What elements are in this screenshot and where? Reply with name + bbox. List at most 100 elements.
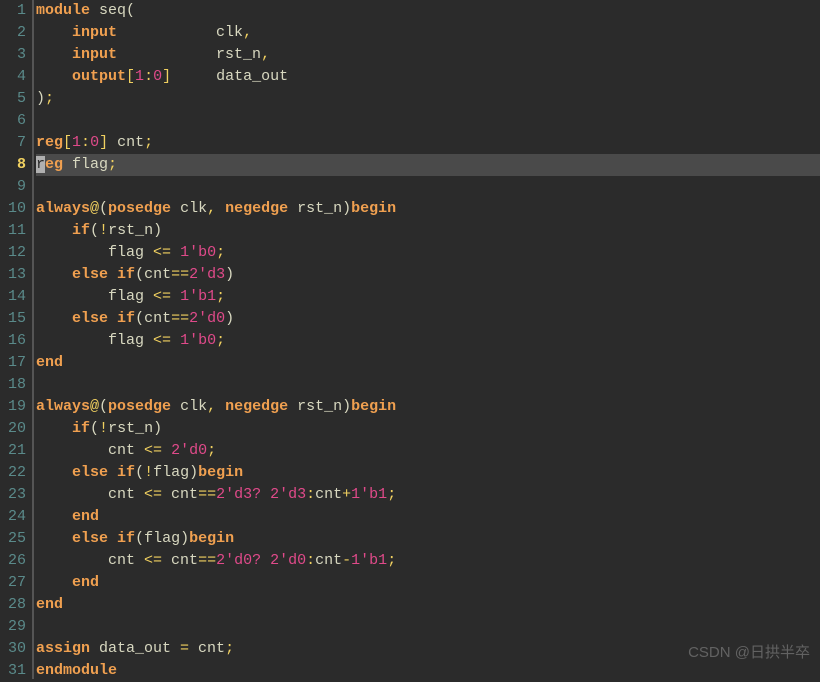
token-op: <= (144, 442, 162, 459)
code-line[interactable]: else if(flag)begin (36, 528, 820, 550)
token-op: == (198, 552, 216, 569)
token-kw: else (72, 530, 108, 547)
token-id (36, 222, 72, 239)
token-punct: ; (387, 486, 396, 503)
token-id: cnt (315, 552, 342, 569)
token-num: 2'd3? (216, 486, 261, 503)
code-line[interactable]: if(!rst_n) (36, 418, 820, 440)
token-id: rst_n (117, 46, 261, 63)
line-number: 30 (0, 638, 26, 660)
line-number: 18 (0, 374, 26, 396)
line-number: 10 (0, 198, 26, 220)
token-num: 0 (90, 134, 99, 151)
token-id (108, 530, 117, 547)
token-op: <= (144, 486, 162, 503)
token-kw: if (72, 420, 90, 437)
token-id (36, 464, 72, 481)
token-op: == (171, 310, 189, 327)
code-line[interactable]: input rst_n, (36, 44, 820, 66)
token-num: 1'b0 (180, 332, 216, 349)
code-line[interactable]: reg[1:0] cnt; (36, 132, 820, 154)
code-line[interactable]: else if(!flag)begin (36, 462, 820, 484)
code-line[interactable]: always@(posedge clk, negedge rst_n)begin (36, 396, 820, 418)
token-punct: ; (45, 90, 54, 107)
token-id (216, 200, 225, 217)
token-kw: if (72, 222, 90, 239)
token-paren: ) (36, 90, 45, 107)
code-line[interactable]: else if(cnt==2'd3) (36, 264, 820, 286)
line-number: 22 (0, 462, 26, 484)
code-line[interactable]: input clk, (36, 22, 820, 44)
code-line[interactable]: cnt <= cnt==2'd3? 2'd3:cnt+1'b1; (36, 484, 820, 506)
code-line[interactable] (36, 374, 820, 396)
token-id (36, 266, 72, 283)
token-kw: assign (36, 640, 90, 657)
token-id (216, 398, 225, 415)
token-id (171, 288, 180, 305)
line-number: 4 (0, 66, 26, 88)
token-id: cnt (162, 552, 198, 569)
token-paren: ) (225, 310, 234, 327)
code-line[interactable]: if(!rst_n) (36, 220, 820, 242)
token-paren: ( (99, 398, 108, 415)
token-id (171, 244, 180, 261)
watermark-text: CSDN @日拱半卒 (688, 642, 810, 664)
code-line[interactable]: end (36, 352, 820, 374)
code-line[interactable]: module seq( (36, 0, 820, 22)
token-paren: ( (90, 420, 99, 437)
token-num: 2'd0 (171, 442, 207, 459)
token-kw: module (36, 2, 90, 19)
token-id: data_out (90, 640, 180, 657)
token-paren: ( (135, 464, 144, 481)
line-number: 6 (0, 110, 26, 132)
code-area[interactable]: module seq( input clk, input rst_n, outp… (34, 0, 820, 679)
token-id (36, 574, 72, 591)
token-punct: ! (99, 420, 108, 437)
token-paren: ) (225, 266, 234, 283)
code-line[interactable]: flag <= 1'b0; (36, 242, 820, 264)
code-line[interactable]: flag <= 1'b1; (36, 286, 820, 308)
token-num: 1'b0 (180, 244, 216, 261)
line-number: 14 (0, 286, 26, 308)
token-id (36, 310, 72, 327)
token-paren: ( (135, 310, 144, 327)
line-number: 1 (0, 0, 26, 22)
token-punct: [ (126, 68, 135, 85)
code-line[interactable]: ); (36, 88, 820, 110)
code-line[interactable]: end (36, 572, 820, 594)
code-line[interactable] (36, 616, 820, 638)
line-number: 19 (0, 396, 26, 418)
code-line[interactable]: reg flag; (36, 154, 820, 176)
token-kw: endmodule (36, 662, 117, 679)
token-paren: ) (189, 464, 198, 481)
token-num: 2'd3 (189, 266, 225, 283)
code-line[interactable]: always@(posedge clk, negedge rst_n)begin (36, 198, 820, 220)
token-id: cnt (144, 266, 171, 283)
code-line[interactable]: else if(cnt==2'd0) (36, 308, 820, 330)
code-editor[interactable]: 1234567891011121314151617181920212223242… (0, 0, 820, 679)
token-num: 1'b1 (351, 552, 387, 569)
token-paren: ) (180, 530, 189, 547)
token-kw: begin (198, 464, 243, 481)
line-number: 8 (0, 154, 26, 176)
token-id: seq (90, 2, 126, 19)
code-line[interactable]: end (36, 506, 820, 528)
code-line[interactable]: output[1:0] data_out (36, 66, 820, 88)
token-id: flag (36, 244, 153, 261)
code-line[interactable]: cnt <= cnt==2'd0? 2'd0:cnt-1'b1; (36, 550, 820, 572)
token-id (36, 24, 72, 41)
token-paren: ( (135, 266, 144, 283)
token-num: 1 (135, 68, 144, 85)
code-line[interactable] (36, 110, 820, 132)
token-paren: ) (153, 222, 162, 239)
code-line[interactable] (36, 176, 820, 198)
code-line[interactable]: end (36, 594, 820, 616)
code-line[interactable]: cnt <= 2'd0; (36, 440, 820, 462)
code-line[interactable]: flag <= 1'b0; (36, 330, 820, 352)
token-kw: reg (36, 134, 63, 151)
token-kw: begin (351, 398, 396, 415)
token-punct: , (243, 24, 252, 41)
line-number: 7 (0, 132, 26, 154)
token-id: cnt (36, 486, 144, 503)
token-op: = (180, 640, 189, 657)
